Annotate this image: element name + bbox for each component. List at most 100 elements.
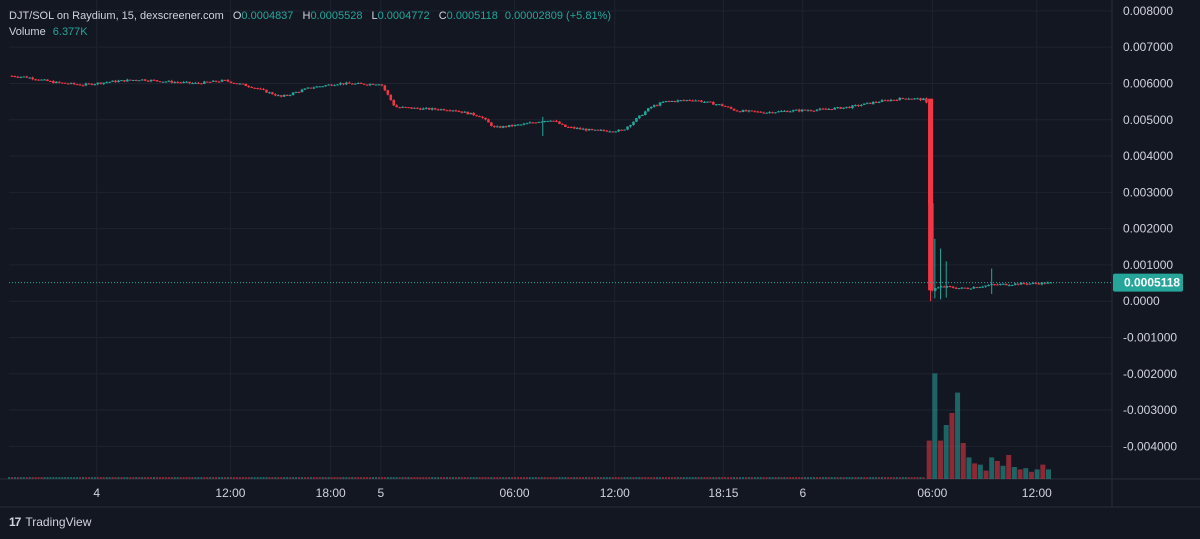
candle-body (37, 79, 40, 81)
candle-body (913, 98, 916, 100)
volume-bar (318, 477, 321, 479)
volume-bar (573, 477, 576, 479)
x-tick-label: 12:00 (215, 486, 245, 500)
volume-bar (212, 477, 215, 479)
candle-body (498, 126, 502, 128)
volume-bar (916, 477, 919, 479)
volume-bar (650, 477, 653, 479)
volume-bar (203, 477, 206, 479)
volume-bar (733, 477, 736, 479)
volume-bar (977, 464, 983, 479)
chart-frame[interactable]: 0.008000 0.007000 0.006000 0.005000 0.004000… (0, 0, 1200, 539)
volume-bar (898, 477, 901, 479)
volume-bar (599, 477, 602, 479)
volume-bar (685, 477, 688, 479)
candle-body (158, 81, 162, 83)
candle-body (247, 86, 250, 88)
candle-body (709, 101, 712, 103)
candle-body (655, 105, 659, 107)
candle-body (401, 106, 404, 108)
volume-bar (70, 477, 73, 479)
y-tick-label: 0.008000 (1123, 4, 1173, 18)
candle-body (1002, 283, 1005, 285)
volume-bar (1006, 455, 1012, 479)
volume-bar (61, 477, 64, 479)
volume-bar (585, 477, 588, 479)
candle-body (762, 112, 765, 114)
candle-body (561, 123, 564, 125)
candle-body (919, 98, 922, 101)
candle-body (43, 79, 46, 81)
volume-bar (487, 477, 490, 479)
volume-bar (709, 477, 712, 479)
candle-body (356, 82, 360, 84)
price-chart[interactable]: 0.008000 0.007000 0.006000 0.005000 0.004000… (0, 0, 1200, 539)
candle-body (167, 80, 171, 82)
volume-bar (120, 477, 123, 479)
candle-body (211, 80, 215, 82)
candle-body (564, 124, 567, 127)
volume-bar (543, 477, 546, 479)
candle-body (865, 102, 869, 104)
candle-body (652, 105, 656, 107)
candle-body (741, 110, 745, 112)
candle-body (445, 110, 449, 112)
candle-body (555, 120, 558, 122)
candle-body (587, 128, 591, 131)
candle-body (842, 107, 845, 109)
volume-legend: Volume 6.377K (9, 26, 88, 38)
volume-bar (37, 477, 40, 479)
x-tick-label: 5 (377, 486, 384, 500)
candle-body (966, 288, 970, 290)
tradingview-branding[interactable]: 17 TradingView (9, 515, 91, 529)
volume-bar (229, 477, 232, 479)
volume-bar (218, 477, 221, 479)
candle-body (981, 286, 984, 288)
candle-body (1010, 284, 1014, 286)
candle-body (336, 84, 339, 86)
candle-body (235, 83, 239, 85)
volume-bar (727, 477, 730, 479)
candle-body (584, 128, 588, 131)
candle-body (31, 77, 34, 80)
volume-bar (570, 477, 573, 479)
volume-bar (407, 477, 410, 479)
candle-body (40, 79, 43, 81)
candle-body (614, 131, 617, 133)
candle-body (1028, 283, 1032, 285)
candle-body (874, 101, 878, 103)
candle-body (978, 287, 981, 289)
volume-bar (295, 477, 298, 479)
candle-body (309, 87, 313, 89)
volume-bar (875, 477, 878, 479)
volume-bar (292, 477, 295, 479)
volume-bar (185, 477, 188, 479)
volume-bar (842, 477, 845, 479)
volume-bar (511, 477, 514, 479)
candle-body (454, 110, 458, 112)
volume-bar (138, 477, 141, 479)
volume-bar (108, 477, 111, 479)
candle-body (282, 94, 286, 97)
candle-body (297, 91, 301, 93)
volume-bar (448, 477, 451, 479)
candle-body (513, 124, 517, 127)
candle-body (821, 108, 825, 110)
volume-bar (549, 477, 552, 479)
volume-bar (114, 477, 117, 479)
volume-bar (241, 477, 244, 479)
candle-body (463, 111, 467, 113)
volume-bar (786, 477, 789, 479)
candle-body (886, 100, 890, 102)
candle-body (578, 127, 582, 130)
volume-bar (854, 477, 857, 479)
volume-bar (298, 477, 301, 479)
volume-bar (235, 477, 238, 479)
candle-body (969, 288, 973, 290)
volume-bar (96, 477, 99, 479)
candle-body (620, 129, 623, 131)
candle-body (362, 83, 366, 85)
candle-body (49, 80, 52, 82)
change-value: 0.00002809 (+5.81%) (504, 10, 612, 22)
volume-bar (623, 477, 626, 479)
